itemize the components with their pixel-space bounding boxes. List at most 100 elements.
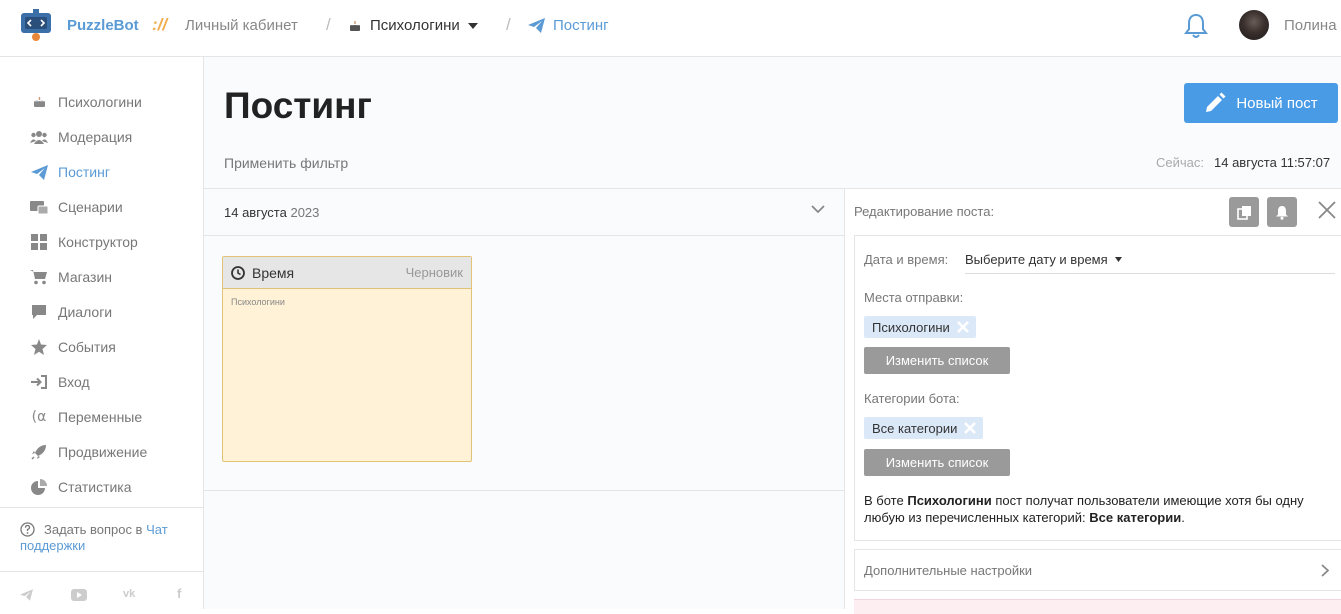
- breadcrumb-cabinet[interactable]: Личный кабинет: [185, 17, 298, 34]
- sidebar-item-moderation[interactable]: Модерация: [30, 127, 132, 147]
- chevron-right-icon: [1321, 564, 1329, 577]
- vk-icon[interactable]: vk: [123, 588, 135, 600]
- support-help: Задать вопрос в Чат поддержки: [20, 522, 195, 554]
- sidebar-item-label: Психологини: [58, 94, 142, 110]
- change-categories-button[interactable]: Изменить список: [864, 449, 1010, 476]
- copy-icon: [1236, 205, 1251, 220]
- apply-filter-link[interactable]: Применить фильтр: [224, 155, 348, 171]
- sidebar-item-events[interactable]: События: [30, 337, 116, 357]
- note-end: .: [1181, 510, 1185, 525]
- new-post-label: Новый пост: [1236, 94, 1318, 112]
- date-day: 14 августа: [224, 205, 287, 220]
- sidebar-item-label: Диалоги: [58, 304, 113, 320]
- brand-separator: ://: [152, 15, 168, 34]
- datetime-select[interactable]: Выберите дату и время: [965, 248, 1335, 274]
- remove-tag-icon[interactable]: [963, 421, 977, 435]
- pencil-icon: [1206, 92, 1226, 112]
- breadcrumb-bot-label: Психологини: [370, 17, 460, 34]
- editor-title: Редактирование поста:: [854, 204, 995, 219]
- note-prefix: В боте: [864, 493, 904, 508]
- sidebar-item-psychologists[interactable]: Психологини: [30, 92, 142, 112]
- sidebar-item-label: Статистика: [58, 479, 132, 495]
- audience-note: В боте Психологини пост получат пользова…: [864, 492, 1334, 526]
- place-tag-label: Психологини: [872, 319, 950, 335]
- brand-name[interactable]: PuzzleBot: [67, 17, 139, 34]
- chat-icon: [30, 303, 48, 321]
- datetime-label: Дата и время:: [864, 252, 949, 267]
- cake-icon: [350, 20, 360, 31]
- sidebar-item-login[interactable]: Вход: [30, 372, 90, 392]
- sidebar: Психологини Модерация Постинг Сценарии К…: [0, 57, 204, 609]
- sidebar-item-constructor[interactable]: Конструктор: [30, 232, 138, 252]
- puzzlebot-logo-icon[interactable]: [20, 8, 52, 42]
- sidebar-item-variables[interactable]: (α Переменные: [30, 407, 143, 427]
- breadcrumb-separator: /: [506, 15, 511, 34]
- rocket-icon: [30, 443, 48, 461]
- breadcrumb-posting[interactable]: Постинг: [528, 17, 609, 34]
- post-card[interactable]: Время Черновик Психологини: [222, 256, 472, 462]
- sidebar-item-dialogs[interactable]: Диалоги: [30, 302, 112, 322]
- sidebar-item-statistics[interactable]: Статистика: [30, 477, 132, 497]
- sidebar-item-label: Сценарии: [58, 199, 123, 215]
- category-tag: Все категории: [864, 417, 984, 439]
- sidebar-item-label: Вход: [58, 374, 90, 390]
- help-text: Задать вопрос в: [44, 522, 143, 537]
- note-bot-name: Психологини: [907, 493, 992, 508]
- avatar[interactable]: [1239, 10, 1269, 40]
- telegram-icon[interactable]: [20, 589, 33, 601]
- notify-button[interactable]: [1267, 197, 1297, 227]
- post-editor-panel: Редактирование поста: Дата и время: Выбе…: [844, 188, 1341, 614]
- facebook-icon[interactable]: f: [177, 586, 181, 601]
- breadcrumb-separator: /: [326, 15, 331, 34]
- datetime-select-value: Выберите дату и время: [965, 252, 1108, 267]
- divider: [0, 571, 204, 572]
- cake-icon: [30, 93, 48, 111]
- bell-icon: [1276, 205, 1288, 220]
- post-form: Дата и время: Выберите дату и время Мест…: [854, 235, 1341, 541]
- new-post-button[interactable]: Новый пост: [1184, 83, 1338, 123]
- date-group-label: 14 августа 2023: [224, 205, 319, 220]
- post-card-header: Время Черновик: [223, 257, 471, 289]
- scenario-icon: [30, 198, 48, 216]
- breadcrumb-bot-selector[interactable]: Психологини: [348, 17, 478, 34]
- change-places-button[interactable]: Изменить список: [864, 347, 1010, 374]
- sidebar-item-label: Продвижение: [58, 444, 148, 460]
- question-icon: [20, 522, 35, 537]
- sidebar-item-label: Модерация: [58, 129, 133, 145]
- current-time-label: Сейчас:: [1156, 155, 1204, 170]
- cart-icon: [30, 268, 48, 286]
- youtube-icon[interactable]: [71, 589, 87, 601]
- divider: [0, 507, 204, 508]
- page-title: Постинг: [224, 85, 372, 126]
- date-year: 2023: [290, 205, 320, 220]
- warning-banner: [854, 599, 1341, 614]
- caret-down-icon: [1115, 257, 1123, 262]
- post-card-time-label: Время: [252, 264, 295, 281]
- sidebar-item-scenarios[interactable]: Сценарии: [30, 197, 123, 217]
- remove-tag-icon[interactable]: [956, 320, 970, 334]
- users-icon: [30, 128, 48, 146]
- chevron-down-icon[interactable]: [811, 205, 825, 214]
- date-group-header[interactable]: 14 августа 2023: [204, 189, 844, 236]
- sidebar-item-label: Магазин: [58, 269, 113, 285]
- user-name[interactable]: Полина: [1284, 17, 1337, 34]
- main-content: Постинг Новый пост Применить фильтр Сейч…: [204, 57, 1341, 614]
- current-time-value: 14 августа 11:57:07: [1214, 155, 1331, 170]
- sidebar-item-shop[interactable]: Магазин: [30, 267, 112, 287]
- sidebar-item-posting[interactable]: Постинг: [30, 162, 110, 182]
- bell-icon[interactable]: [1184, 13, 1208, 39]
- sidebar-item-label: Постинг: [58, 164, 110, 180]
- paper-plane-icon: [30, 163, 48, 181]
- extra-settings-toggle[interactable]: Дополнительные настройки: [854, 549, 1341, 591]
- categories-label: Категории бота:: [864, 391, 960, 406]
- copy-button[interactable]: [1229, 197, 1259, 227]
- grid-icon: [30, 233, 48, 251]
- post-card-status: Черновик: [405, 265, 463, 280]
- close-icon[interactable]: [1318, 201, 1336, 219]
- sidebar-item-label: События: [58, 339, 116, 355]
- sidebar-item-promotion[interactable]: Продвижение: [30, 442, 147, 462]
- pie-chart-icon: [30, 478, 48, 496]
- paper-plane-icon: [528, 18, 545, 33]
- posts-list: 14 августа 2023 Время Черновик Психологи…: [204, 188, 844, 491]
- sidebar-item-label: Переменные: [58, 409, 143, 425]
